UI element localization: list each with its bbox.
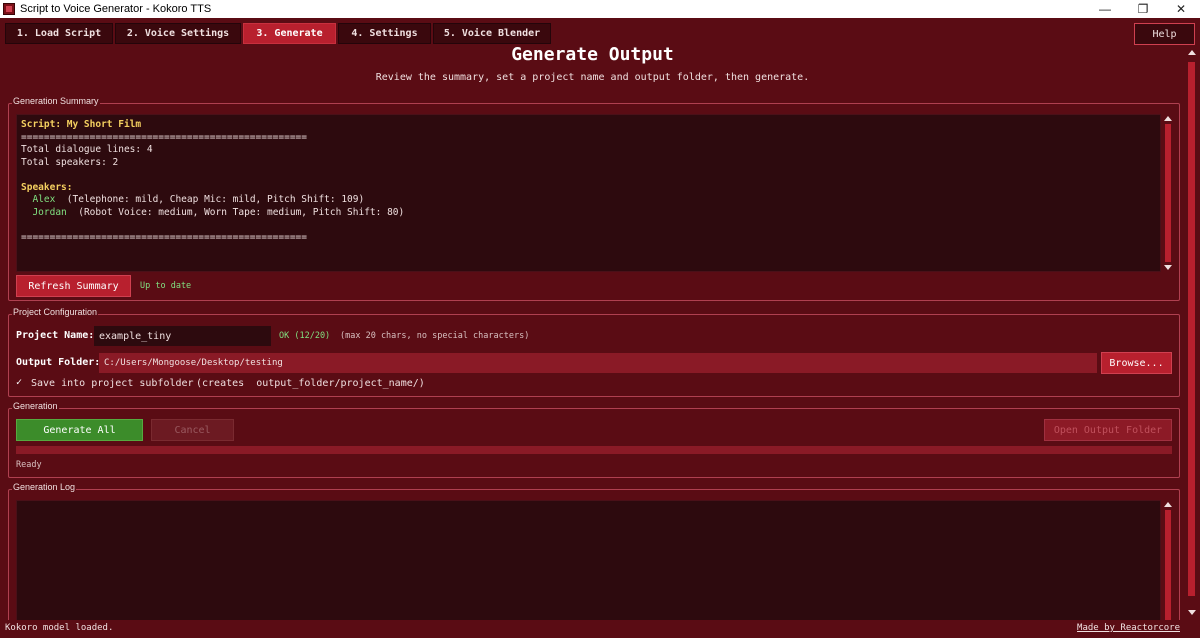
window-title: Script to Voice Generator - Kokoro TTS — [20, 3, 212, 15]
speaker-name: Alex — [32, 194, 56, 205]
subfolder-hint: (creates output_folder/project_name/) — [196, 378, 425, 389]
summary-script-line: Script: My Short Film — [21, 119, 142, 130]
tab-voice-settings[interactable]: 2. Voice Settings — [115, 23, 241, 44]
generate-all-button[interactable]: Generate All — [16, 419, 143, 441]
generation-group: Generation Generate All Cancel Open Outp… — [8, 401, 1180, 478]
app-icon — [3, 3, 15, 15]
restore-button[interactable]: ❐ — [1124, 0, 1162, 18]
log-scrollbar-thumb[interactable] — [1165, 510, 1171, 626]
summary-speaker-count: Total speakers: 2 — [21, 156, 119, 168]
tab-settings[interactable]: 4. Settings — [338, 23, 431, 44]
project-name-status: OK (12/20) — [279, 331, 331, 341]
refresh-summary-button[interactable]: Refresh Summary — [16, 275, 131, 297]
scroll-down-icon[interactable] — [1164, 265, 1172, 270]
tab-load-script[interactable]: 1. Load Script — [5, 23, 113, 44]
tab-bar: 1. Load Script 2. Voice Settings 3. Gene… — [0, 20, 1200, 46]
project-name-label: Project Name: — [16, 330, 95, 341]
main-scrollbar[interactable] — [1185, 44, 1198, 626]
progress-bar — [16, 446, 1172, 454]
summary-speakers-heading: Speakers: — [21, 181, 73, 193]
summary-scrollbar[interactable] — [1163, 114, 1173, 272]
generation-summary-label: Generation Summary — [12, 96, 100, 106]
generation-log-area[interactable] — [16, 500, 1161, 626]
project-name-input[interactable]: example_tiny — [94, 326, 271, 346]
project-configuration-group: Project Configuration Project Name: exam… — [8, 307, 1180, 397]
credit-link[interactable]: Made by Reactorcore — [1077, 623, 1180, 633]
generation-summary-group: Generation Summary Script: My Short Film… — [8, 96, 1180, 301]
project-name-hint: (max 20 chars, no special characters) — [340, 331, 530, 341]
page-subtitle: Review the summary, set a project name a… — [375, 72, 810, 83]
cancel-button[interactable]: Cancel — [151, 419, 234, 441]
title-bar: Script to Voice Generator - Kokoro TTS —… — [0, 0, 1200, 18]
summary-scrollbar-thumb[interactable] — [1165, 124, 1171, 262]
log-scrollbar[interactable] — [1163, 500, 1173, 626]
minimize-button[interactable]: — — [1086, 0, 1124, 18]
summary-separator-bottom: ========================================… — [21, 231, 307, 243]
summary-dialogue-lines: Total dialogue lines: 4 — [21, 144, 153, 155]
help-button[interactable]: Help — [1134, 23, 1195, 45]
status-message: Kokoro model loaded. — [5, 623, 114, 633]
browse-button[interactable]: Browse... — [1101, 352, 1172, 374]
subfolder-checkbox-label[interactable]: Save into project subfolder — [31, 378, 194, 389]
summary-status: Up to date — [140, 281, 192, 291]
scroll-up-icon[interactable] — [1164, 116, 1172, 121]
subfolder-checkbox[interactable]: ✓ — [16, 377, 22, 388]
tab-voice-blender[interactable]: 5. Voice Blender — [433, 23, 551, 44]
tab-generate[interactable]: 3. Generate — [243, 23, 336, 44]
generation-status: Ready — [16, 460, 42, 470]
status-bar: Kokoro model loaded. Made by Reactorcore — [0, 620, 1200, 638]
scroll-up-icon[interactable] — [1164, 502, 1172, 507]
output-folder-input[interactable]: C:/Users/Mongoose/Desktop/testing — [99, 353, 1097, 373]
speaker-details: (Robot Voice: medium, Worn Tape: medium,… — [78, 206, 405, 218]
generation-log-group: Generation Log — [8, 482, 1180, 626]
speaker-name: Jordan — [32, 206, 67, 218]
page-title: Generate Output — [511, 44, 674, 65]
summary-text-area[interactable]: Script: My Short Film ==================… — [16, 114, 1161, 272]
output-folder-label: Output Folder: — [16, 357, 101, 368]
project-configuration-label: Project Configuration — [12, 307, 99, 317]
open-output-folder-button[interactable]: Open Output Folder — [1044, 419, 1172, 441]
scroll-down-icon[interactable] — [1188, 610, 1196, 615]
generation-log-label: Generation Log — [12, 482, 77, 492]
speaker-details: (Telephone: mild, Cheap Mic: mild, Pitch… — [66, 194, 365, 205]
scroll-up-icon[interactable] — [1188, 50, 1196, 55]
summary-separator: ========================================… — [21, 131, 307, 143]
main-scrollbar-thumb[interactable] — [1188, 62, 1195, 596]
close-button[interactable]: ✕ — [1162, 0, 1200, 18]
generation-label: Generation — [12, 401, 59, 411]
